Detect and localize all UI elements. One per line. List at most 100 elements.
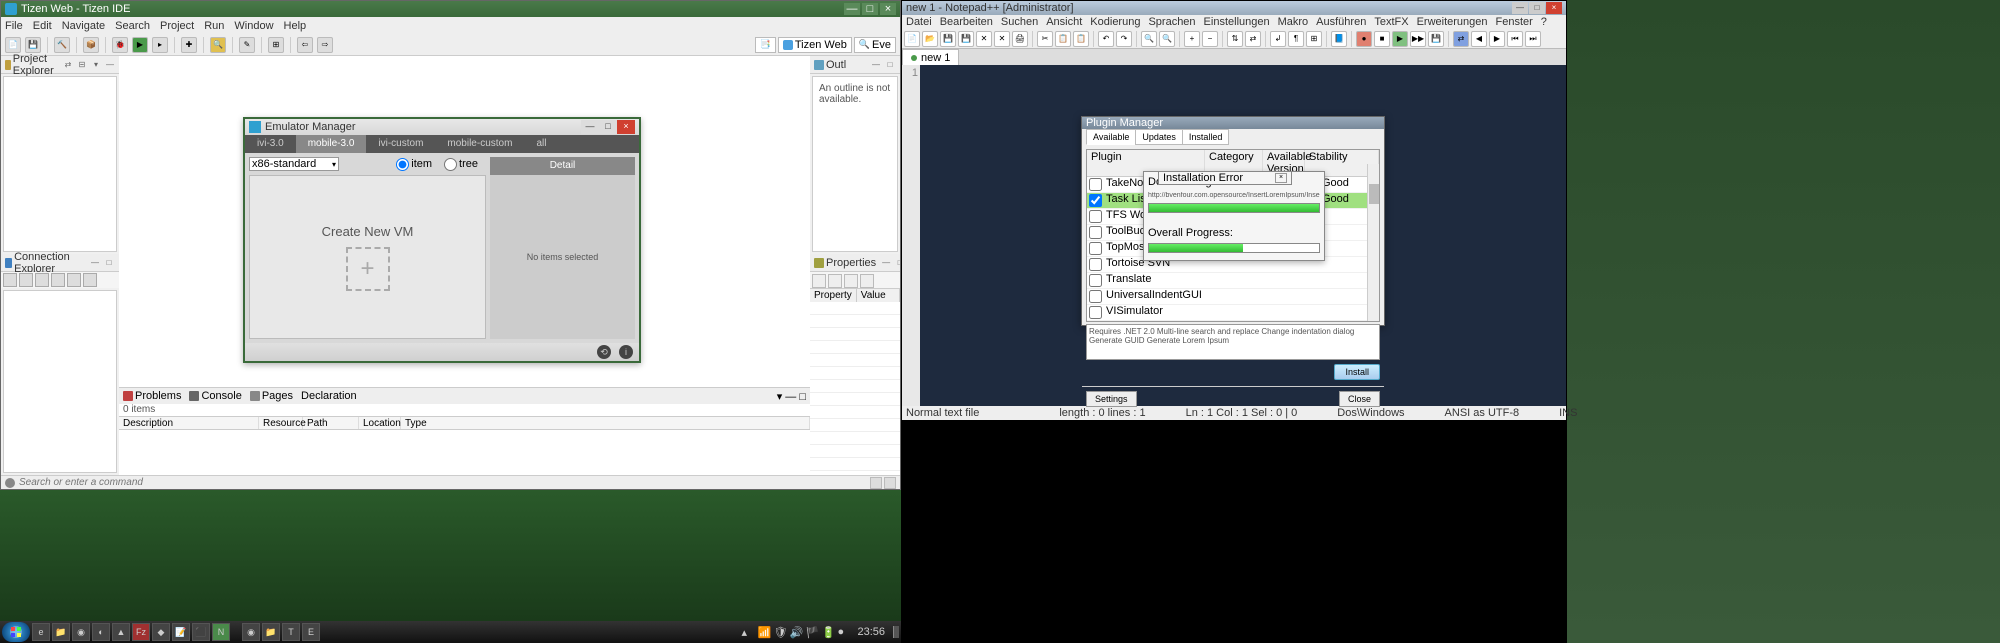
refresh-icon[interactable]: ⟲: [597, 345, 611, 359]
value-col[interactable]: Value: [857, 289, 900, 302]
maximize-view-icon[interactable]: □: [884, 59, 896, 71]
plugin-checkbox[interactable]: [1089, 242, 1102, 255]
tab-mobile-3[interactable]: mobile-3.0: [296, 135, 367, 153]
maximize-button[interactable]: □: [599, 120, 617, 134]
menu-run[interactable]: Run: [204, 20, 224, 32]
scrollbar[interactable]: [1367, 164, 1379, 321]
menu-datei[interactable]: Datei: [906, 16, 932, 28]
view-menu-icon[interactable]: ▾: [777, 391, 783, 403]
perspective-tizen-web[interactable]: Tizen Web: [778, 37, 852, 53]
print-icon[interactable]: 🖨: [1012, 31, 1028, 47]
create-vm-button[interactable]: +: [346, 247, 390, 291]
categories-icon[interactable]: [828, 274, 842, 288]
close-icon[interactable]: ✕: [976, 31, 992, 47]
all-chars-icon[interactable]: ¶: [1288, 31, 1304, 47]
search-icon[interactable]: 🔍: [210, 37, 226, 53]
menu-erweiterungen[interactable]: Erweiterungen: [1417, 16, 1488, 28]
file-tab-new1[interactable]: new 1: [902, 49, 959, 65]
close-button[interactable]: ×: [1546, 2, 1562, 14]
menu-help[interactable]: Help: [284, 20, 307, 32]
push-icon[interactable]: [51, 273, 65, 287]
properties-tab[interactable]: Properties: [814, 257, 876, 269]
menu-edit[interactable]: Edit: [33, 20, 52, 32]
compare-first-icon[interactable]: ⏮: [1507, 31, 1523, 47]
tray-sound-icon[interactable]: 🔊: [789, 626, 801, 638]
console-tab[interactable]: Console: [189, 390, 241, 402]
tab-ivi-custom[interactable]: ivi-custom: [366, 135, 435, 153]
taskbar-notepadpp-icon[interactable]: N: [212, 623, 230, 641]
stop-macro-icon[interactable]: ■: [1374, 31, 1390, 47]
sync-h-icon[interactable]: ⇄: [1245, 31, 1261, 47]
minimize-button[interactable]: —: [1512, 2, 1528, 14]
problems-list[interactable]: [119, 430, 810, 475]
back-icon[interactable]: ⇦: [297, 37, 313, 53]
menu-suchen[interactable]: Suchen: [1001, 16, 1038, 28]
close-button[interactable]: ×: [617, 120, 635, 134]
plugin-row[interactable]: VISimulator: [1087, 305, 1379, 321]
forward-icon[interactable]: ⇨: [317, 37, 333, 53]
wrap-icon[interactable]: ↲: [1270, 31, 1286, 47]
taskbar-app-icon[interactable]: ◆: [152, 623, 170, 641]
installation-error-titlebar[interactable]: Installation Error ×: [1158, 171, 1292, 185]
plugin-checkbox[interactable]: [1089, 274, 1102, 287]
tab-updates[interactable]: Updates: [1135, 129, 1183, 145]
new-class-icon[interactable]: ✚: [181, 37, 197, 53]
link-editor-icon[interactable]: ⇄: [62, 59, 74, 71]
connection-explorer-tab[interactable]: Connection Explorer: [5, 251, 85, 275]
toggle-icon[interactable]: ⊞: [268, 37, 284, 53]
menu-fenster[interactable]: Fenster: [1496, 16, 1533, 28]
emulator-titlebar[interactable]: Emulator Manager — □ ×: [245, 119, 639, 135]
record-macro-icon[interactable]: ●: [1356, 31, 1372, 47]
clock[interactable]: 23:56: [853, 626, 889, 638]
view-tree-radio[interactable]: tree: [444, 158, 478, 171]
fast-macro-icon[interactable]: ▶▶: [1410, 31, 1426, 47]
minimize-button[interactable]: —: [581, 120, 599, 134]
tab-installed[interactable]: Installed: [1182, 129, 1230, 145]
tab-all[interactable]: all: [524, 135, 558, 153]
properties-table[interactable]: [810, 302, 900, 475]
taskbar-vlc-icon[interactable]: ▲: [112, 623, 130, 641]
new-file-icon[interactable]: 📄: [904, 31, 920, 47]
menu-window[interactable]: Window: [234, 20, 273, 32]
menu-textfx[interactable]: TextFX: [1374, 16, 1408, 28]
view-menu-icon[interactable]: ▾: [90, 59, 102, 71]
minimize-view-icon[interactable]: —: [785, 391, 796, 403]
menu-kodierung[interactable]: Kodierung: [1090, 16, 1140, 28]
menu-project[interactable]: Project: [160, 20, 194, 32]
find-icon[interactable]: 🔍: [1141, 31, 1157, 47]
run-last-icon[interactable]: ▸: [152, 37, 168, 53]
taskbar-running-chrome[interactable]: ◉: [242, 623, 260, 641]
copy-icon[interactable]: 📋: [1055, 31, 1071, 47]
plugin-checkbox[interactable]: [1089, 306, 1102, 319]
menu-bearbeiten[interactable]: Bearbeiten: [940, 16, 993, 28]
save-macro-icon[interactable]: 💾: [1428, 31, 1444, 47]
save-all-icon[interactable]: 💾: [958, 31, 974, 47]
menu-ansicht[interactable]: Ansicht: [1046, 16, 1082, 28]
taskbar-notes-icon[interactable]: 📝: [172, 623, 190, 641]
connection-explorer-tree[interactable]: [3, 290, 117, 473]
indent-guide-icon[interactable]: ⊞: [1306, 31, 1322, 47]
menu-search[interactable]: Search: [115, 20, 150, 32]
play-macro-icon[interactable]: ▶: [1392, 31, 1408, 47]
status-icon[interactable]: [870, 477, 882, 489]
settings-button[interactable]: Settings: [1086, 391, 1137, 407]
problems-tab[interactable]: Problems: [123, 390, 181, 402]
save-icon[interactable]: 💾: [940, 31, 956, 47]
close-button[interactable]: Close: [1339, 391, 1380, 407]
plugin-row[interactable]: Translate: [1087, 273, 1379, 289]
close-all-icon[interactable]: ✕: [994, 31, 1010, 47]
maximize-button[interactable]: □: [862, 3, 878, 15]
npp-titlebar[interactable]: new 1 - Notepad++ [Administrator] — □ ×: [902, 1, 1566, 15]
delete-connection-icon[interactable]: [19, 273, 33, 287]
tray-icon[interactable]: ●: [837, 626, 849, 638]
redo-icon[interactable]: ↷: [1116, 31, 1132, 47]
zoom-out-icon[interactable]: −: [1202, 31, 1218, 47]
taskbar-explorer-icon[interactable]: 📁: [52, 623, 70, 641]
refresh-icon[interactable]: [35, 273, 49, 287]
undo-icon[interactable]: ↶: [1098, 31, 1114, 47]
menu-ausfuehren[interactable]: Ausführen: [1316, 16, 1366, 28]
status-icon[interactable]: [884, 477, 896, 489]
taskbar-ie-icon[interactable]: e: [32, 623, 50, 641]
tab-ivi-3[interactable]: ivi-3.0: [245, 135, 296, 153]
info-icon[interactable]: i: [619, 345, 633, 359]
